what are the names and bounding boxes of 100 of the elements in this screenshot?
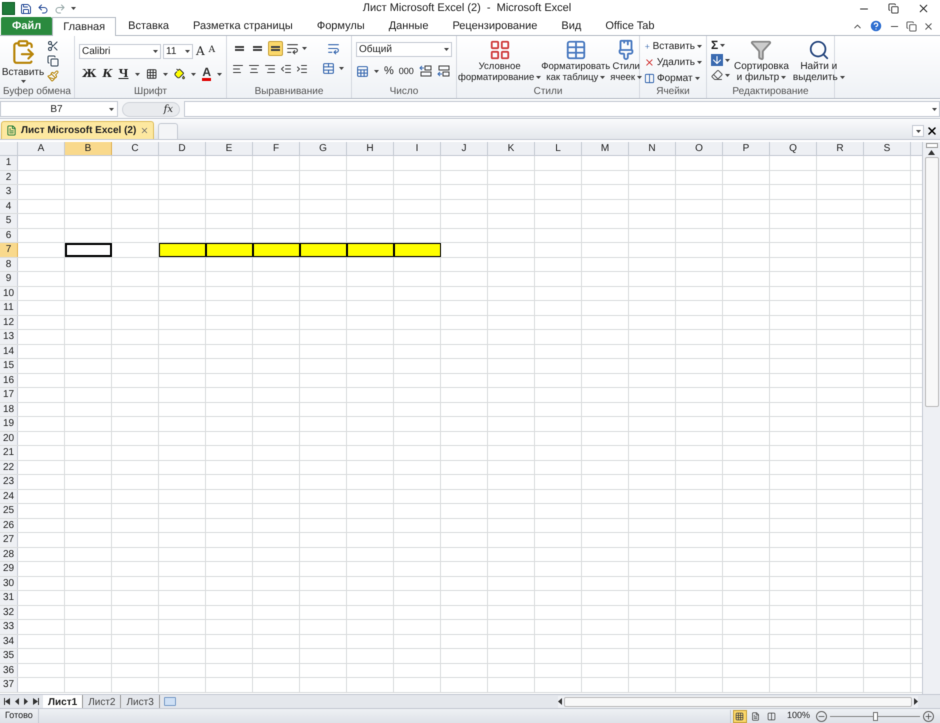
zoom-slider-thumb[interactable] (873, 712, 878, 720)
column-header[interactable]: B (65, 142, 112, 155)
wrap-text-icon[interactable] (327, 42, 340, 55)
vertical-scrollbar[interactable] (922, 142, 940, 694)
column-header[interactable]: P (723, 142, 770, 155)
scroll-left-icon[interactable] (558, 698, 562, 705)
align-right-icon[interactable] (264, 62, 276, 74)
row-header[interactable]: 32 (0, 606, 18, 619)
bold-button[interactable]: Ж (82, 66, 96, 82)
ribbon-tab[interactable]: Вид (549, 17, 594, 35)
increase-indent-icon[interactable] (296, 62, 308, 74)
cut-icon[interactable] (47, 40, 59, 52)
file-tab[interactable]: Файл (1, 17, 52, 35)
column-header[interactable]: R (817, 142, 864, 155)
column-header[interactable]: F (253, 142, 300, 155)
row-header[interactable]: 23 (0, 475, 18, 488)
previous-sheet-icon[interactable] (15, 698, 19, 705)
row-header[interactable]: 34 (0, 634, 18, 648)
shrink-font-button[interactable]: A (208, 44, 216, 58)
vertical-align-button[interactable] (268, 41, 283, 56)
row-header[interactable]: 16 (0, 374, 18, 387)
zoom-slider[interactable] (830, 710, 920, 722)
column-header[interactable]: O (676, 142, 723, 155)
ribbon-tab[interactable]: Рецензирование (440, 17, 550, 35)
column-header[interactable]: C (112, 142, 159, 155)
column-header[interactable]: D (159, 142, 206, 155)
row-header[interactable]: 25 (0, 504, 18, 518)
number-format-dropdown[interactable]: Общий (356, 42, 452, 57)
last-sheet-icon[interactable] (33, 698, 39, 705)
filled-cell[interactable] (159, 243, 206, 256)
row-header[interactable]: 5 (0, 214, 18, 228)
column-header[interactable]: S (864, 142, 911, 155)
align-left-icon[interactable] (232, 62, 244, 74)
split-handle[interactable] (926, 143, 938, 148)
editing-button[interactable]: Сортировка и фильтр (734, 39, 789, 85)
name-box[interactable]: B7 (0, 101, 118, 117)
column-header[interactable]: E (206, 142, 253, 155)
close-icon[interactable] (926, 125, 938, 137)
row-header[interactable]: 21 (0, 446, 18, 460)
filled-cell[interactable] (206, 243, 253, 256)
row-header[interactable]: 12 (0, 316, 18, 329)
scroll-up-icon[interactable] (928, 150, 935, 155)
close-icon[interactable] (923, 20, 934, 32)
view-button[interactable] (732, 710, 747, 722)
formula-input[interactable] (184, 101, 940, 117)
close-icon[interactable] (917, 2, 930, 15)
font-size-dropdown[interactable]: 11 (163, 44, 193, 58)
fill-down-icon[interactable] (711, 54, 723, 66)
active-cell[interactable] (65, 243, 112, 256)
sheet-tab[interactable]: Лист1 (43, 694, 84, 708)
row-header[interactable]: 31 (0, 591, 18, 604)
row-header[interactable]: 35 (0, 649, 18, 662)
ribbon-tab[interactable]: Office Tab (593, 17, 666, 35)
row-header[interactable]: 17 (0, 388, 18, 402)
borders-icon[interactable] (146, 68, 157, 80)
cells-button[interactable]: Формат (644, 71, 702, 85)
row-header[interactable]: 4 (0, 200, 18, 213)
fill-color-icon[interactable] (174, 68, 186, 80)
row-header[interactable]: 1 (0, 156, 18, 170)
eraser-icon[interactable] (711, 69, 723, 81)
tab-list-button[interactable] (912, 125, 924, 137)
row-header[interactable]: 2 (0, 170, 18, 184)
ribbon-tab[interactable]: Формулы (304, 17, 377, 35)
column-header[interactable]: J (441, 142, 488, 155)
first-sheet-icon[interactable] (4, 698, 10, 705)
column-header[interactable]: L (535, 142, 582, 155)
column-header[interactable]: I (394, 142, 441, 155)
fx-label[interactable]: fx (164, 102, 173, 116)
row-header[interactable]: 36 (0, 664, 18, 677)
restore-icon[interactable] (906, 20, 917, 32)
italic-button[interactable]: К (102, 66, 112, 82)
undo-icon[interactable] (37, 2, 49, 14)
grow-font-button[interactable]: A (195, 42, 206, 60)
autosum-button[interactable]: Σ (711, 39, 718, 51)
row-header[interactable]: 8 (0, 258, 18, 271)
ribbon-tab[interactable]: Главная (52, 17, 116, 36)
row-header[interactable]: 27 (0, 533, 18, 546)
row-header[interactable]: 26 (0, 518, 18, 532)
row-header[interactable]: 24 (0, 490, 18, 503)
ribbon-tab[interactable]: Вставка (116, 17, 182, 35)
filled-cell[interactable] (253, 243, 300, 256)
merge-cells-icon[interactable] (322, 62, 335, 75)
row-header[interactable]: 33 (0, 620, 18, 634)
row-header[interactable]: 14 (0, 344, 18, 358)
styles-button[interactable]: Форматировать как таблицу (541, 39, 610, 83)
column-header[interactable]: H (347, 142, 394, 155)
zoom-level-text[interactable]: 100% (786, 709, 810, 723)
row-header[interactable]: 13 (0, 330, 18, 344)
row-header[interactable]: 37 (0, 678, 18, 692)
filled-cell[interactable] (347, 243, 394, 256)
row-header[interactable]: 18 (0, 402, 18, 416)
styles-button[interactable]: Стили ячеек (610, 39, 642, 83)
row-header[interactable]: 22 (0, 460, 18, 474)
filled-cell[interactable] (300, 243, 347, 256)
row-header[interactable]: 9 (0, 272, 18, 286)
row-header[interactable]: 28 (0, 548, 18, 561)
column-header[interactable]: M (582, 142, 629, 155)
help-icon[interactable] (869, 19, 883, 33)
column-header[interactable]: G (300, 142, 347, 155)
column-header[interactable]: N (629, 142, 676, 155)
